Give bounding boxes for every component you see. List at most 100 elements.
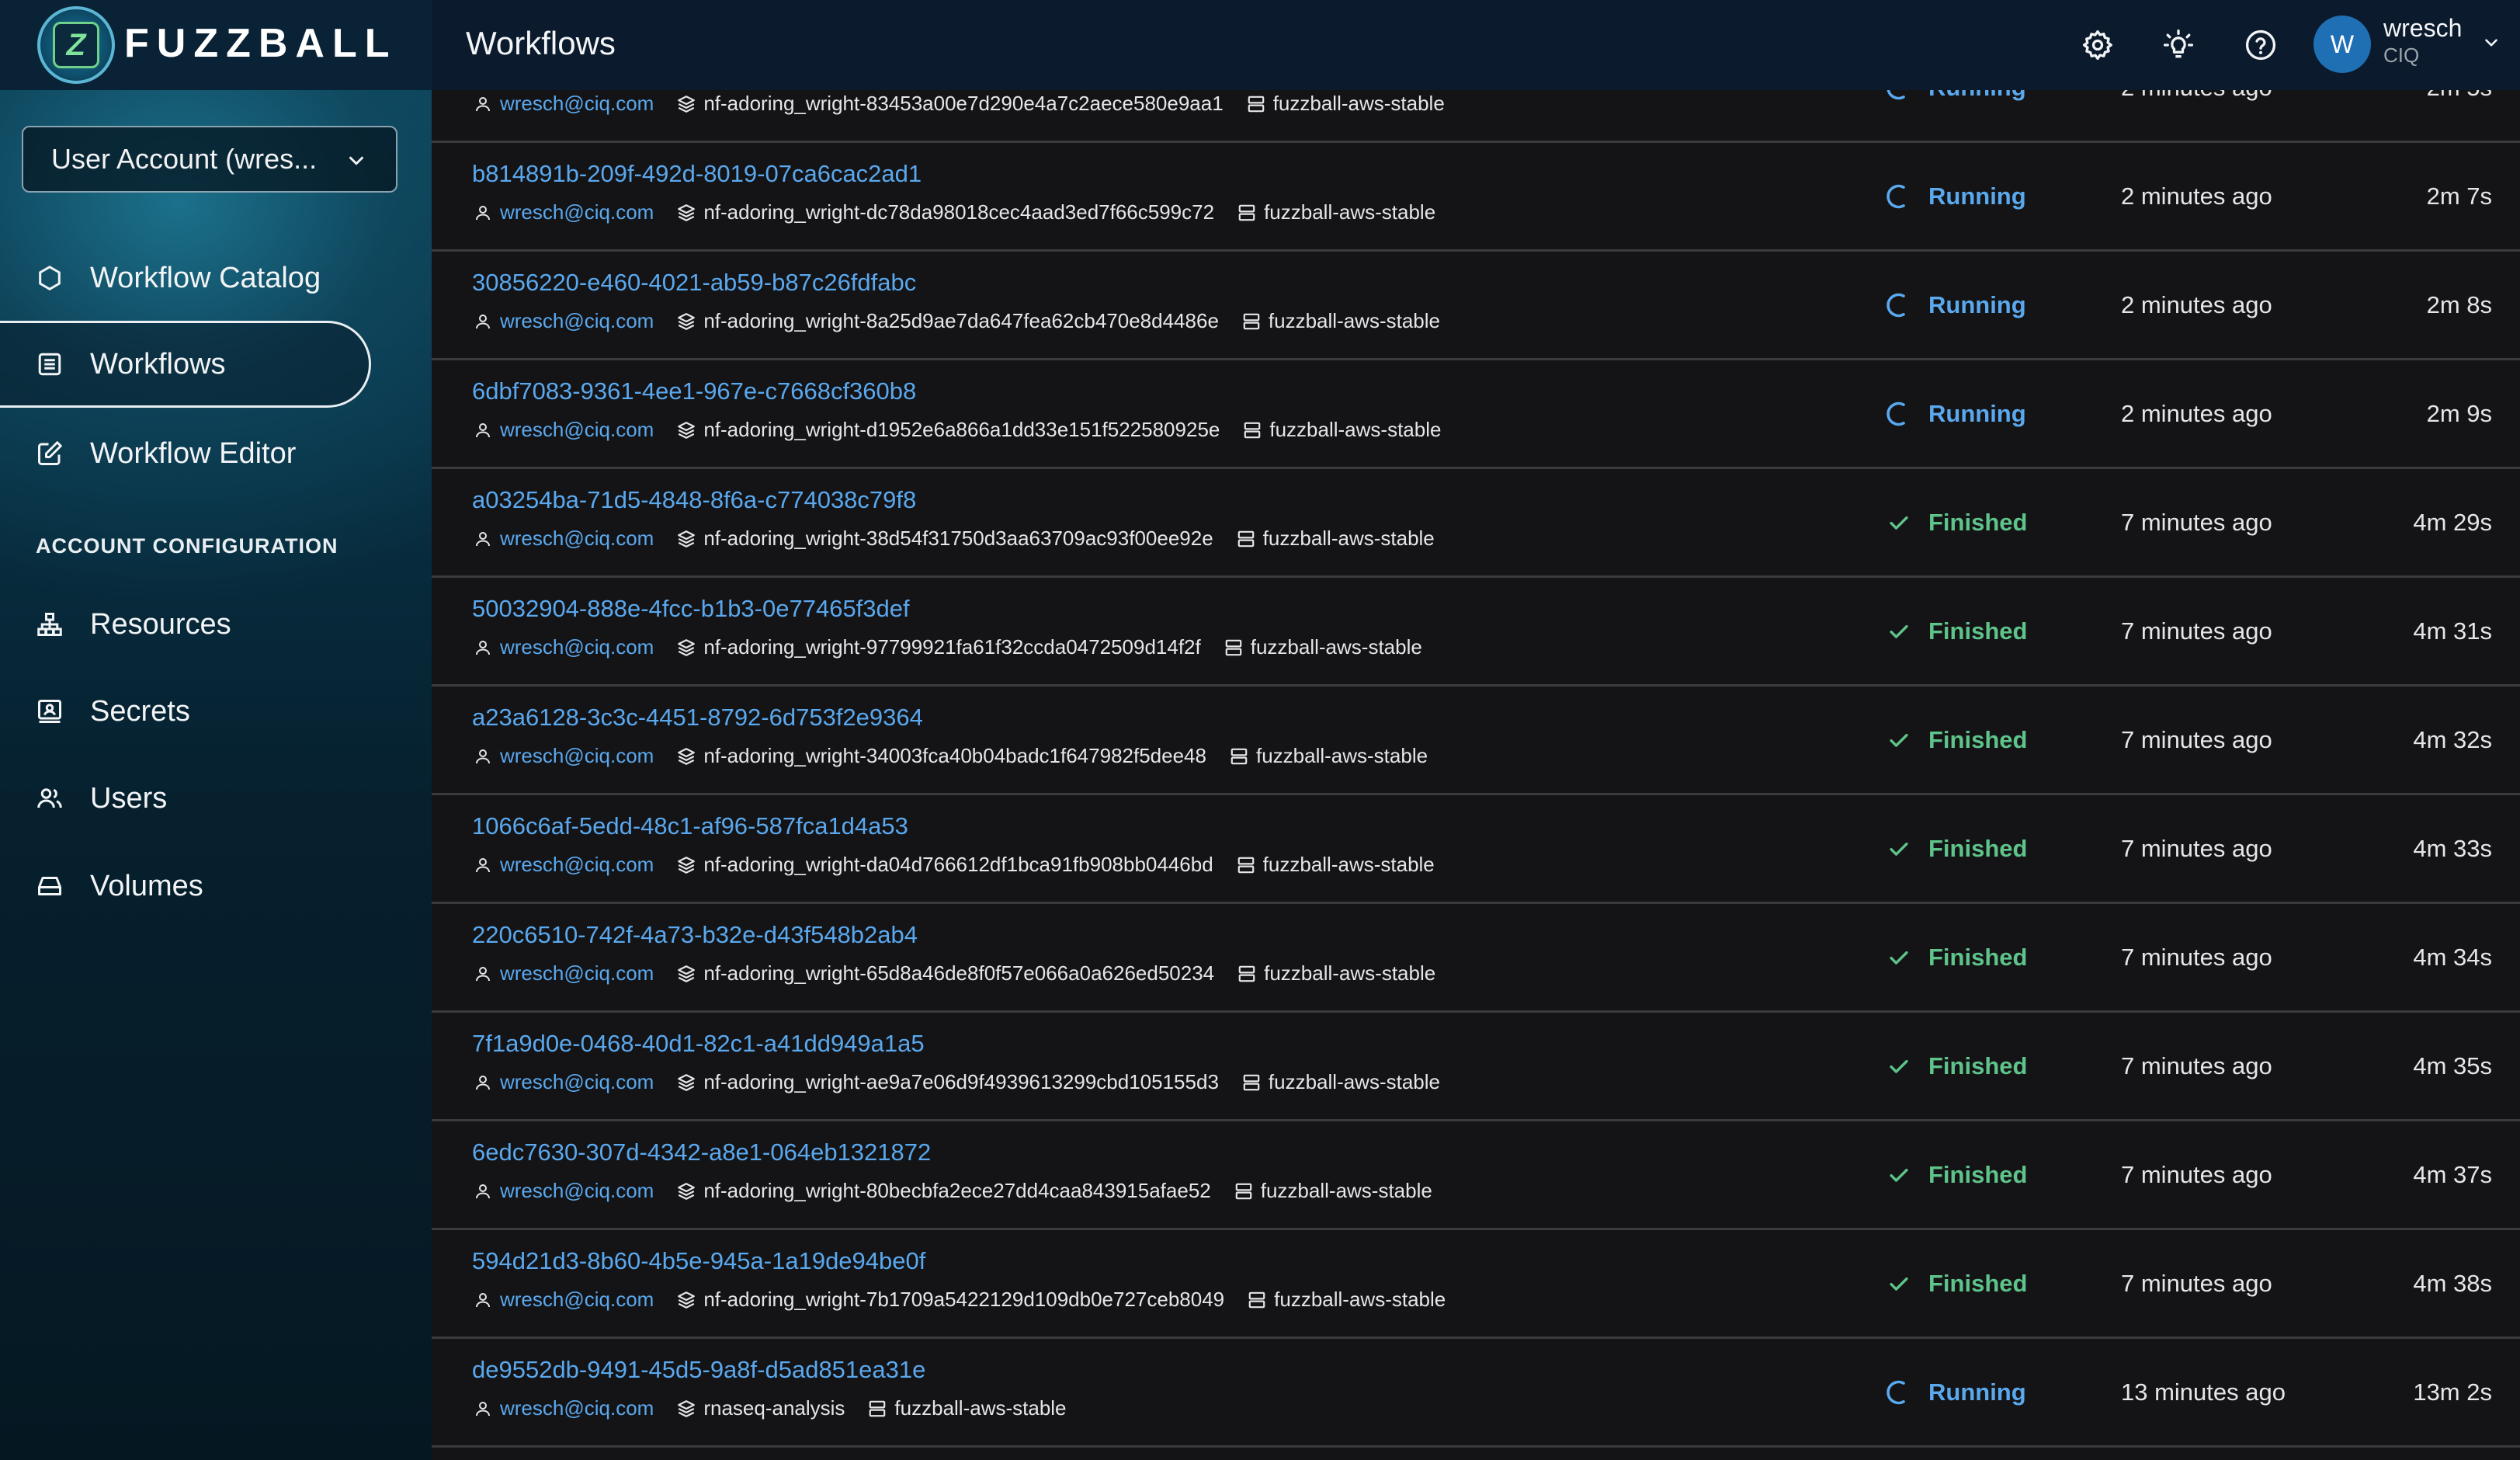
spinner-icon — [1883, 90, 1914, 103]
workflow-row[interactable]: a23a6128-3c3c-4451-8792-6d753f2e9364 wres… — [432, 687, 2520, 795]
logo-inner: Z — [53, 22, 99, 68]
user-name[interactable]: wresch — [2383, 14, 2462, 43]
owner-email-link[interactable]: wresch@ciq.com — [500, 635, 654, 659]
cluster-name: fuzzball-aws-stable — [1264, 200, 1436, 224]
sidebar: Z FUZZBALL User Account (wres... Workflo… — [0, 0, 432, 1460]
check-icon — [1883, 616, 1914, 647]
secret-icon — [34, 696, 65, 727]
duration: 2m 7s — [2426, 182, 2492, 210]
workflow-name: nf-adoring_wright-34003fca40b04badc1f647… — [703, 744, 1206, 767]
workflow-name: nf-adoring_wright-7b1709a5422129d109db0e… — [703, 1288, 1225, 1311]
user-org: CIQ — [2383, 43, 2420, 67]
user-icon — [472, 419, 494, 441]
user-icon — [472, 637, 494, 659]
workflow-id-link[interactable]: 220c6510-742f-4a73-b32e-d43f548b2ab4 — [472, 921, 918, 949]
logo-mark-letter: Z — [63, 27, 90, 62]
owner-email-link[interactable]: wresch@ciq.com — [500, 92, 654, 116]
started-ago: 7 minutes ago — [2121, 1269, 2272, 1297]
workflow-name: nf-adoring_wright-83453a00e7d290e4a7c2ae… — [703, 92, 1224, 115]
help-icon[interactable] — [2239, 23, 2282, 67]
workflow-row[interactable]: a03254ba-71d5-4848-8f6a-c774038c79f8 wres… — [432, 469, 2520, 578]
owner-email-link[interactable]: wresch@ciq.com — [500, 961, 654, 985]
owner-email-link[interactable]: wresch@ciq.com — [500, 744, 654, 768]
workflow-row[interactable]: 6edc7630-307d-4342-a8e1-064eb1321872 wres… — [432, 1121, 2520, 1230]
workflow-id-link[interactable]: a23a6128-3c3c-4451-8792-6d753f2e9364 — [472, 704, 923, 732]
workflow-name: nf-adoring_wright-dc78da98018cec4aad3ed7… — [703, 200, 1215, 224]
workflow-row[interactable]: 2c2f7c1f-d54c-4f2f-9b3d-0fdbbe259ce0wres… — [432, 90, 2520, 143]
check-icon — [1883, 833, 1914, 864]
check-icon — [1883, 1159, 1914, 1191]
nav-volumes[interactable]: Volumes — [0, 843, 371, 930]
nav-workflow-catalog[interactable]: Workflow Catalog — [0, 235, 371, 322]
chevron-down-icon[interactable] — [2481, 33, 2501, 53]
server-icon — [1236, 963, 1258, 985]
layers-icon — [675, 854, 697, 876]
owner-email-link[interactable]: wresch@ciq.com — [500, 309, 654, 333]
started-ago: 2 minutes ago — [2121, 399, 2272, 427]
workflow-id-link[interactable]: b814891b-209f-492d-8019-07ca6cac2ad1 — [472, 160, 922, 188]
server-icon — [1235, 528, 1257, 550]
nav-users[interactable]: Users — [0, 755, 371, 842]
status-text: Finished — [1928, 617, 2028, 645]
workflow-id-link[interactable]: de9552db-9491-45d5-9a8f-d5ad851ea31e — [472, 1356, 925, 1384]
owner-email-link[interactable]: wresch@ciq.com — [500, 1070, 654, 1094]
workflow-id-link[interactable]: 6edc7630-307d-4342-a8e1-064eb1321872 — [472, 1138, 931, 1166]
user-icon — [472, 93, 494, 115]
workflow-id-link[interactable]: 594d21d3-8b60-4b5e-945a-1a19de94be0f — [472, 1247, 925, 1275]
owner-email-link[interactable]: wresch@ciq.com — [500, 527, 654, 551]
workflow-name: nf-adoring_wright-38d54f31750d3aa63709ac… — [703, 527, 1213, 550]
owner-email-link[interactable]: wresch@ciq.com — [500, 200, 654, 224]
account-select[interactable]: User Account (wres... — [22, 126, 397, 193]
duration: 4m 34s — [2413, 943, 2492, 971]
lightbulb-icon[interactable] — [2157, 23, 2200, 67]
nav-resources[interactable]: Resources — [0, 581, 371, 668]
nav-label: Workflow Editor — [90, 436, 297, 470]
workflow-row[interactable]: 7f1a9d0e-0468-40d1-82c1-a41dd949a1a5 wres… — [432, 1013, 2520, 1121]
workflow-row[interactable]: de9552db-9491-45d5-9a8f-d5ad851ea31e wres… — [432, 1339, 2520, 1448]
check-icon — [1883, 1268, 1914, 1299]
workflow-id-link[interactable]: 7f1a9d0e-0468-40d1-82c1-a41dd949a1a5 — [472, 1030, 925, 1058]
server-icon — [866, 1398, 888, 1420]
workflow-id-link[interactable]: a03254ba-71d5-4848-8f6a-c774038c79f8 — [472, 486, 916, 514]
workflow-meta: wresch@ciq.com nf-adoring_wright-38d54f31… — [472, 527, 1435, 551]
status-text: Finished — [1928, 834, 2028, 862]
owner-email-link[interactable]: wresch@ciq.com — [500, 853, 654, 877]
logo-mark[interactable]: Z — [37, 6, 115, 84]
workflow-row[interactable]: 30856220-e460-4021-ab59-b87c26fdfabc wres… — [432, 252, 2520, 360]
workflow-name: nf-adoring_wright-8a25d9ae7da647fea62cb4… — [703, 309, 1219, 332]
nav-label: Workflows — [90, 347, 226, 381]
workflow-row[interactable]: 6dbf7083-9361-4ee1-967e-c7668cf360b8 wres… — [432, 360, 2520, 469]
started-ago: 7 minutes ago — [2121, 508, 2272, 536]
owner-email-link[interactable]: wresch@ciq.com — [500, 1179, 654, 1203]
nav-secrets[interactable]: Secrets — [0, 668, 371, 755]
owner-email-link[interactable]: wresch@ciq.com — [500, 1396, 654, 1420]
workflow-id-link[interactable]: 1066c6af-5edd-48c1-af96-587fca1d4a53 — [472, 812, 908, 840]
duration: 2m 8s — [2426, 290, 2492, 318]
started-ago: 7 minutes ago — [2121, 1052, 2272, 1079]
duration: 4m 32s — [2413, 725, 2492, 753]
workflow-id-link[interactable]: 30856220-e460-4021-ab59-b87c26fdfabc — [472, 269, 916, 297]
workflow-row[interactable]: 1066c6af-5edd-48c1-af96-587fca1d4a53 wres… — [432, 795, 2520, 904]
spinner-icon — [1883, 1377, 1914, 1408]
workflow-row[interactable]: b814891b-209f-492d-8019-07ca6cac2ad1 wres… — [432, 143, 2520, 252]
workflow-row[interactable]: 50032904-888e-4fcc-b1b3-0e77465f3def wres… — [432, 578, 2520, 687]
nav-workflow-editor[interactable]: Workflow Editor — [0, 410, 371, 497]
owner-email-link[interactable]: wresch@ciq.com — [500, 1288, 654, 1312]
server-icon — [1228, 746, 1250, 767]
workflow-row[interactable]: 594d21d3-8b60-4b5e-945a-1a19de94be0f wres… — [432, 1230, 2520, 1339]
cluster-name: fuzzball-aws-stable — [1262, 527, 1435, 550]
spinner-icon — [1883, 181, 1914, 212]
avatar[interactable]: W — [2313, 16, 2371, 73]
owner-email-link[interactable]: wresch@ciq.com — [500, 418, 654, 442]
user-icon — [472, 528, 494, 550]
layers-icon — [675, 93, 697, 115]
started-ago: 7 minutes ago — [2121, 834, 2272, 862]
workflow-meta: wresch@ciq.com rnaseq-analysis fuzzball-aw… — [472, 1396, 1067, 1420]
workflow-id-link[interactable]: 50032904-888e-4fcc-b1b3-0e77465f3def — [472, 595, 910, 623]
workflow-id-link[interactable]: 6dbf7083-9361-4ee1-967e-c7668cf360b8 — [472, 377, 916, 405]
nav-workflows[interactable]: Workflows — [0, 321, 371, 408]
workflow-row[interactable]: 220c6510-742f-4a73-b32e-d43f548b2ab4 wres… — [432, 904, 2520, 1013]
layers-icon — [675, 202, 697, 224]
settings-gear-icon[interactable] — [2076, 23, 2119, 67]
logo-text[interactable]: FUZZBALL — [124, 20, 397, 67]
